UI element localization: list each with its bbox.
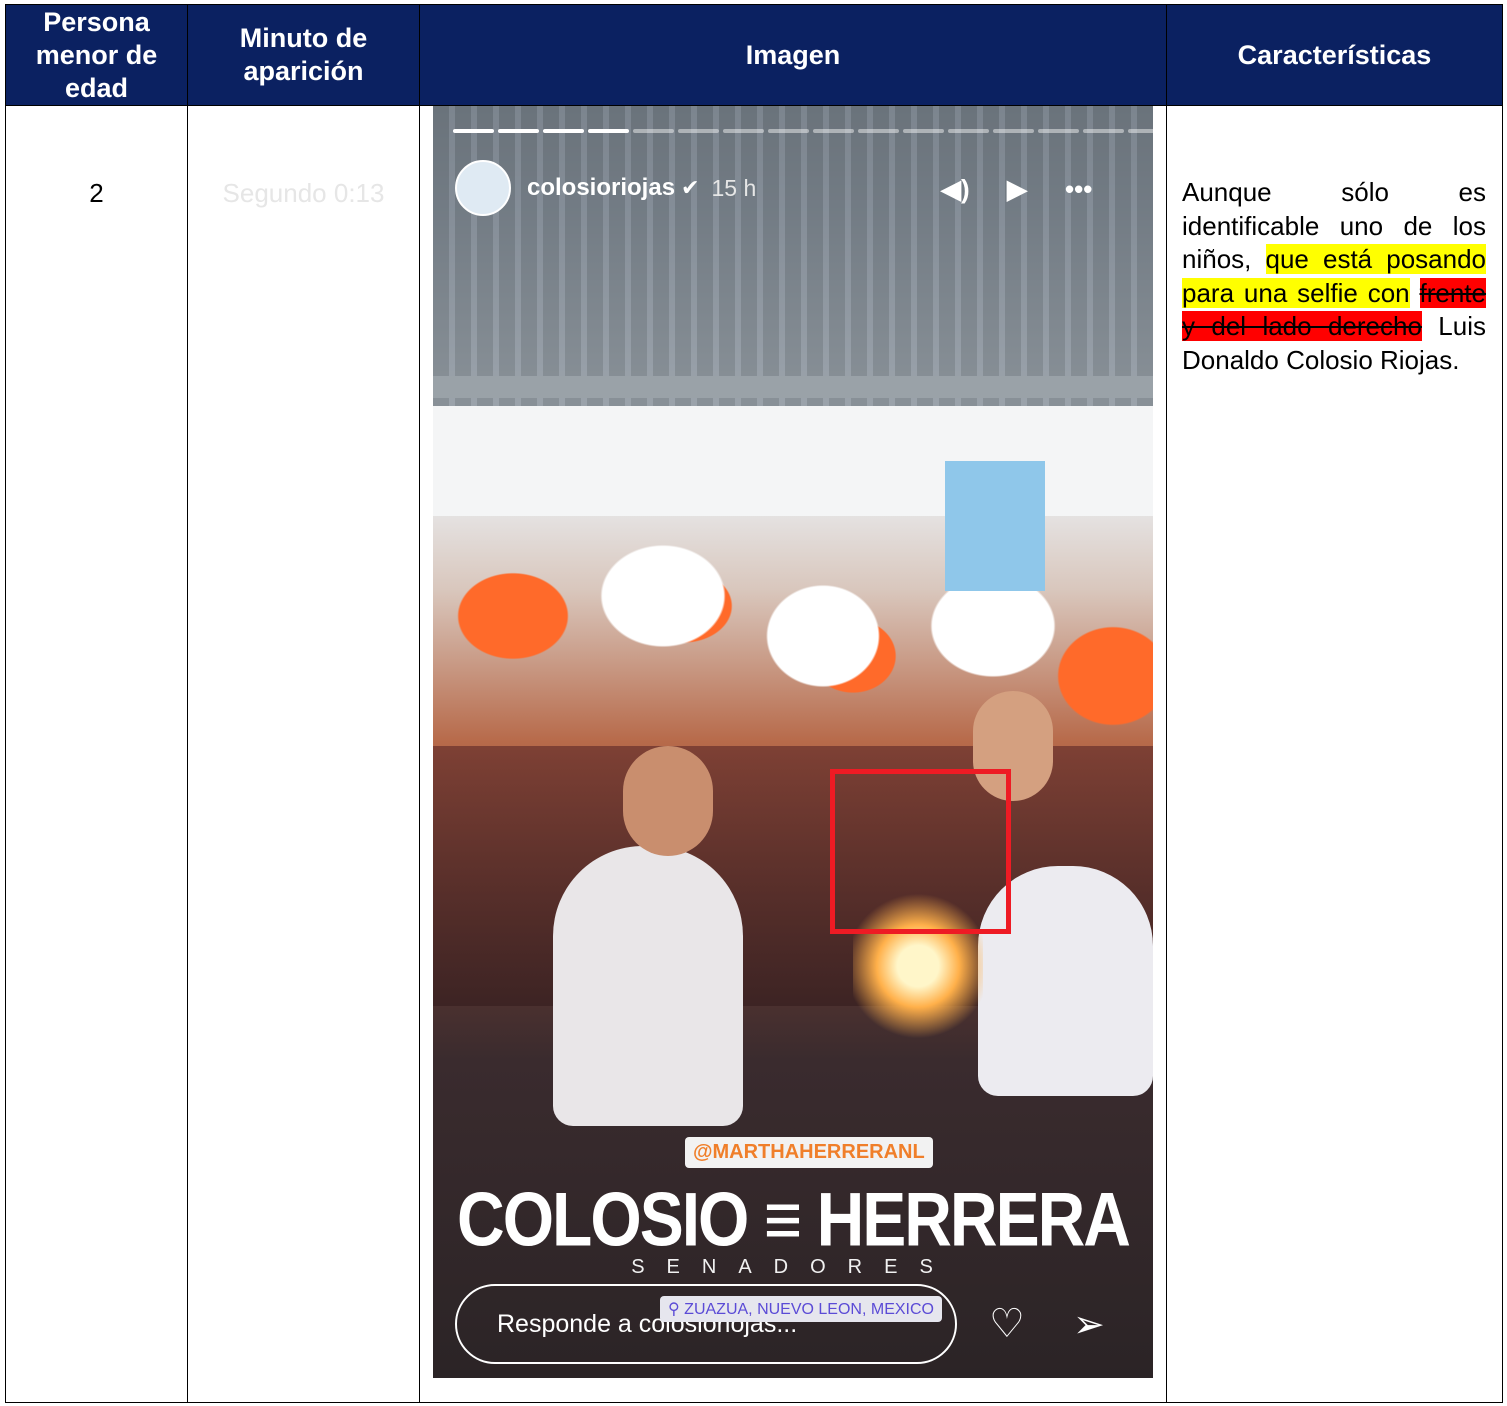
progress-segment: [498, 129, 539, 133]
story-username[interactable]: colosioriojas: [527, 174, 675, 202]
progress-segment: [588, 129, 629, 133]
heart-icon[interactable]: ♡: [989, 1301, 1025, 1347]
campaign-title-overlay: COLOSIO ≡ HERRERA: [457, 1176, 1131, 1262]
story-header: colosioriojas ✔ 15 h: [455, 158, 756, 218]
progress-segment: [633, 129, 674, 133]
evidence-table: Persona menor de edad Minuto de aparició…: [5, 4, 1503, 1403]
play-icon[interactable]: ▶: [1007, 174, 1027, 205]
location-pin-icon: ⚲: [668, 1301, 680, 1318]
person-selfie-man: [553, 846, 743, 1126]
cell-imagen: colosioriojas ✔ 15 h ◀) ▶ ••• @MARTHAHER…: [419, 105, 1167, 1403]
table-row: 2 Segundo 0:13 colosioriojas ✔ 15 h ◀) ▶…: [5, 105, 1503, 1403]
progress-segment: [1038, 129, 1079, 133]
cell-caracteristicas: Aunque sólo es identificable uno de los …: [1166, 105, 1503, 1403]
persona-number: 2: [89, 178, 104, 208]
send-icon[interactable]: ➢: [1073, 1302, 1105, 1347]
header-persona: Persona menor de edad: [5, 4, 188, 106]
verified-icon: ✔: [681, 175, 700, 200]
header-minuto: Minuto de aparición: [187, 4, 420, 106]
campaign-poster: [945, 461, 1045, 591]
progress-segment: [813, 129, 854, 133]
progress-segment: [678, 129, 719, 133]
story-progress-bar: [453, 129, 1153, 133]
location-sticker: ⚲ ZUAZUA, NUEVO LEON, MEXICO: [660, 1296, 942, 1322]
characteristics-text: Aunque sólo es identificable uno de los …: [1182, 176, 1487, 377]
campaign-subtitle-overlay: SENADORES: [631, 1256, 955, 1278]
progress-segment: [858, 129, 899, 133]
appearance-time: Segundo 0:13: [222, 178, 385, 208]
roof-beam: [433, 376, 1153, 398]
desc-part2: [1410, 278, 1420, 308]
progress-segment: [723, 129, 764, 133]
more-icon[interactable]: •••: [1065, 174, 1092, 205]
person-selfie-man-head: [623, 746, 713, 856]
child-highlight-box: [830, 769, 1011, 934]
header-imagen: Imagen: [419, 4, 1167, 106]
progress-segment: [453, 129, 494, 133]
header-row: Persona menor de edad Minuto de aparició…: [5, 4, 1503, 106]
volume-icon[interactable]: ◀): [941, 174, 970, 205]
cell-minuto: Segundo 0:13: [187, 105, 420, 1403]
progress-segment: [993, 129, 1034, 133]
cell-persona: 2: [5, 105, 188, 1403]
mention-sticker: @MARTHAHERRERANL: [685, 1137, 933, 1168]
header-caracteristicas: Características: [1166, 4, 1503, 106]
progress-segment: [948, 129, 989, 133]
story-elapsed-time: 15 h: [711, 174, 757, 201]
progress-segment: [903, 129, 944, 133]
location-label: ZUAZUA, NUEVO LEON, MEXICO: [684, 1301, 934, 1318]
story-screenshot: colosioriojas ✔ 15 h ◀) ▶ ••• @MARTHAHER…: [433, 106, 1153, 1378]
progress-segment: [768, 129, 809, 133]
avatar[interactable]: [455, 160, 511, 216]
progress-segment: [1083, 129, 1124, 133]
progress-segment: [1128, 129, 1153, 133]
progress-segment: [543, 129, 584, 133]
